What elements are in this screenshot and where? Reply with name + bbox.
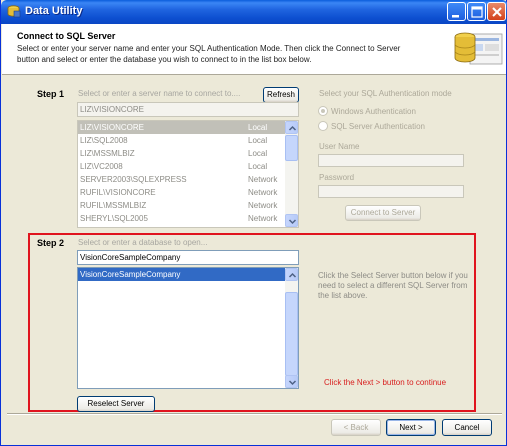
server-type: Local [248,123,268,132]
server-rows: LIZ\VISIONCORE Local LIZ\SQL2008 Local LIZ\M… [78,121,298,225]
radio-unchecked-icon [318,121,328,131]
windows-auth-radio[interactable]: Windows Authentication [318,106,416,116]
auth-heading: Select your SQL Authentication mode [319,89,452,98]
database-list-scrollbar[interactable] [285,268,298,388]
server-name: SHERYL\SQL2005 [80,214,148,223]
database-list-item[interactable]: VisionCoreSampleCompany [78,268,285,281]
server-list[interactable]: LIZ\VISIONCORE Local LIZ\SQL2008 Local LIZ\M… [77,120,299,228]
scroll-down-button[interactable] [285,375,298,388]
server-type: Local [248,136,268,145]
app-icon [7,5,21,18]
scroll-up-button[interactable] [285,268,298,281]
maximize-button[interactable] [467,2,486,21]
connect-to-server-button[interactable]: Connect to Server [345,205,421,221]
refresh-button[interactable]: Refresh [263,87,299,103]
chevron-up-icon [288,125,297,131]
username-input[interactable] [318,154,464,167]
server-list-item[interactable]: SHERYL\SQL2005 Network [78,212,298,225]
scroll-thumb[interactable] [285,292,298,376]
sql-auth-label: SQL Server Authentication [331,122,425,131]
server-type: Network [248,201,278,210]
server-type: Network [248,175,278,184]
server-name: LIZ\VISIONCORE [80,123,145,132]
server-list-item[interactable]: RUFIL\VISIONCORE Network [78,186,298,199]
server-hint: Select or enter a server name to connect… [78,89,241,98]
window-title: Data Utility [25,5,83,17]
next-button[interactable]: Next > [386,419,436,436]
radio-checked-icon [318,106,328,116]
step1-label: Step 1 [37,89,65,99]
server-type: Network [248,188,278,197]
page-title: Connect to SQL Server [17,31,116,41]
database-name-input[interactable]: VisionCoreSampleCompany [77,250,299,265]
server-name: LIZ\MSSMLBIZ [80,149,135,158]
username-label: User Name [319,142,360,151]
scroll-up-button[interactable] [285,121,298,134]
server-list-item[interactable]: LIZ\SQL2008 Local [78,134,298,147]
reselect-server-button[interactable]: Reselect Server [77,396,155,412]
next-instruction-text: Click the Next > button to continue [324,378,447,387]
server-list-item[interactable]: LIZ\VC2008 Local [78,160,298,173]
data-utility-window: Data Utility Connect to SQL Server Selec… [0,0,507,446]
cancel-button[interactable]: Cancel [442,419,492,436]
server-name: SERVER2003\SQLEXPRESS [80,175,187,184]
server-list-item[interactable]: RUFIL\MSSMLBIZ Network [78,199,298,212]
database-list[interactable]: VisionCoreSampleCompany [77,267,299,389]
windows-auth-label: Windows Authentication [331,107,416,116]
minimize-icon [452,15,459,18]
server-name: LIZ\SQL2008 [80,136,128,145]
wizard-header: Connect to SQL Server Select or enter yo… [2,24,506,75]
scroll-thumb[interactable] [285,135,298,161]
sql-auth-radio[interactable]: SQL Server Authentication [318,121,425,131]
server-list-item[interactable]: LIZ\VISIONCORE Local [78,121,298,134]
database-logo-icon [454,32,503,65]
chevron-up-icon [288,272,297,278]
server-type: Local [248,149,268,158]
server-type: Local [248,162,268,171]
minimize-button[interactable] [447,2,466,21]
server-type: Network [248,214,278,223]
close-icon [492,7,502,17]
server-name: RUFIL\MSSMLBIZ [80,201,147,210]
page-description: Select or enter your server name and ent… [17,44,401,64]
chevron-down-icon [288,219,297,225]
password-input[interactable] [318,185,464,198]
password-label: Password [319,173,355,182]
server-list-scrollbar[interactable] [285,121,298,227]
server-name: LIZ\VC2008 [80,162,123,171]
title-bar[interactable]: Data Utility [1,0,507,24]
scroll-down-button[interactable] [285,214,298,227]
chevron-down-icon [288,380,297,386]
step2-label: Step 2 [37,238,65,248]
server-list-item[interactable]: SERVER2003\SQLEXPRESS Network [78,173,298,186]
close-button[interactable] [487,2,506,21]
footer-divider [7,413,502,415]
database-hint: Select or enter a database to open... [78,238,208,247]
server-name-input[interactable]: LIZ\VISIONCORE [77,102,299,117]
server-list-item[interactable]: LIZ\MSSMLBIZ Local [78,147,298,160]
maximize-icon [471,6,483,18]
database-rows: VisionCoreSampleCompany [78,268,298,281]
reselect-info-text: Click the Select Server button below if … [318,271,468,300]
server-name: RUFIL\VISIONCORE [80,188,156,197]
back-button[interactable]: < Back [331,419,381,436]
